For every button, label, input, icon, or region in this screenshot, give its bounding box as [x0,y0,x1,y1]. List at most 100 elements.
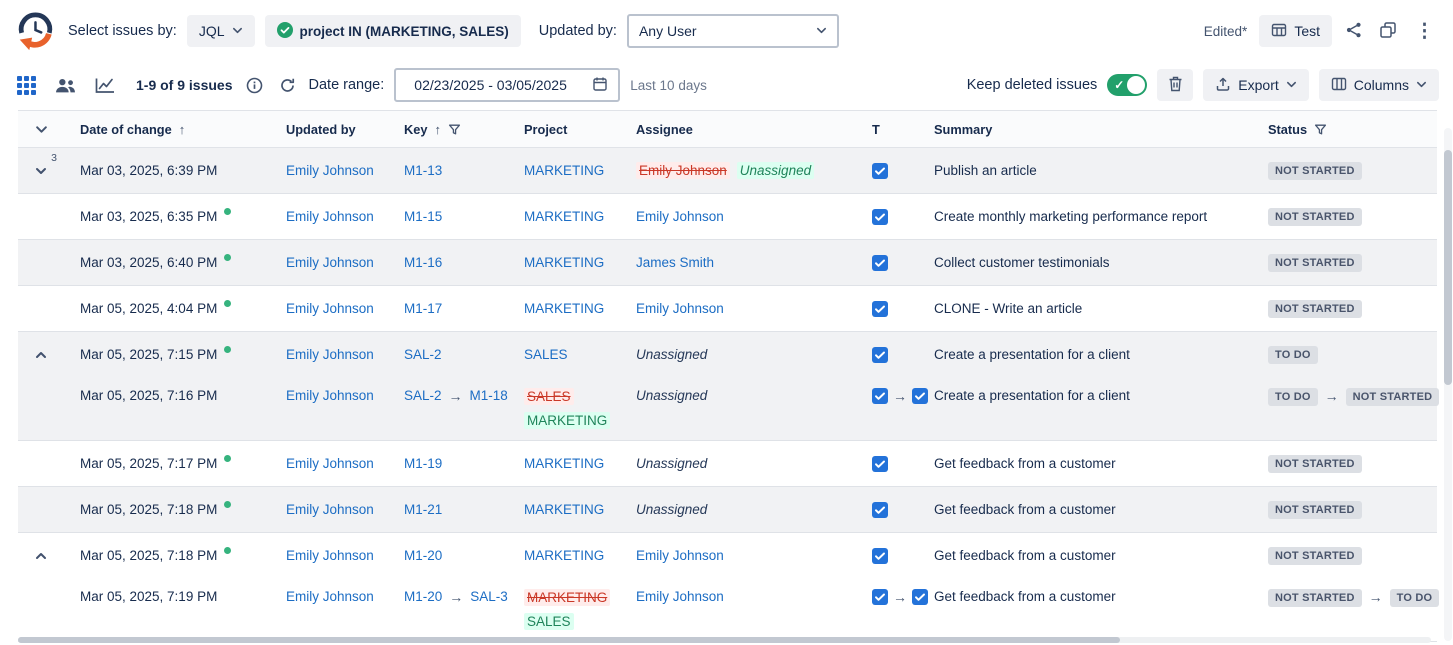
updated-by-link[interactable]: Emily Johnson [286,301,374,316]
vertical-scrollbar-thumb[interactable] [1444,150,1452,385]
project-link[interactable]: MARKETING [524,255,604,270]
columns-button[interactable]: Columns [1319,69,1439,101]
refresh-icon[interactable] [276,74,299,97]
share-button[interactable] [1342,18,1366,45]
assignee-link[interactable]: Emily Johnson [636,548,724,563]
new-change-dot [224,547,231,554]
key-new-link[interactable]: SAL-3 [470,589,508,604]
table-row-group: Mar 05, 2025, 7:18 PMEmily JohnsonM1-21M… [18,487,1437,533]
updated-by-link[interactable]: Emily Johnson [286,255,374,270]
key-link[interactable]: M1-16 [404,255,442,270]
column-header-type[interactable]: T [856,122,918,137]
updated-by-link[interactable]: Emily Johnson [286,388,374,403]
project-link[interactable]: MARKETING [524,209,604,224]
toggle-knob [1127,76,1145,94]
column-label-status: Status [1268,122,1307,137]
jql-dropdown[interactable]: JQL [187,15,255,47]
key-link[interactable]: M1-17 [404,301,442,316]
filter-icon[interactable] [448,123,461,136]
key-link[interactable]: M1-21 [404,502,442,517]
vertical-scrollbar[interactable] [1444,128,1452,641]
task-type-icon [872,502,888,518]
cell-updated-by: Emily Johnson [270,301,388,316]
expander-up-icon[interactable] [32,346,50,364]
project-link[interactable]: SALES [524,347,568,362]
cell-status: NOT STARTED→TO DO [1252,589,1439,607]
export-button-label: Export [1238,77,1278,93]
column-header-date[interactable]: Date of change ↑ [64,122,270,137]
column-header-project[interactable]: Project [508,122,620,137]
trash-button[interactable] [1157,69,1193,101]
test-button[interactable]: Test [1259,15,1332,47]
key-new-link[interactable]: M1-18 [470,388,508,403]
key-link[interactable]: M1-13 [404,163,442,178]
duplicate-button[interactable] [1376,18,1400,45]
updated-by-link[interactable]: Emily Johnson [286,589,374,604]
column-header-summary[interactable]: Summary [918,122,1252,137]
key-old-link[interactable]: SAL-2 [404,388,442,403]
cell-expander: 3 [18,162,64,180]
updated-by-link[interactable]: Emily Johnson [286,347,374,362]
sort-asc-icon[interactable]: ↑ [434,122,441,137]
assignee-link[interactable]: James Smith [636,255,714,270]
jql-query-chip[interactable]: project IN (MARKETING, SALES) [265,15,521,47]
jql-query-text: project IN (MARKETING, SALES) [300,24,509,39]
key-old-link[interactable]: M1-20 [404,589,442,604]
select-all-expander[interactable] [18,123,64,136]
change-arrow-icon: → [449,589,463,605]
cell-updated-by: Emily Johnson [270,388,388,403]
key-link[interactable]: SAL-2 [404,347,442,362]
column-header-updated-by[interactable]: Updated by [270,122,388,137]
more-menu-button[interactable]: ⋮ [1410,22,1439,41]
updated-by-link[interactable]: Emily Johnson [286,209,374,224]
calendar-icon[interactable] [592,76,608,95]
updated-by-link[interactable]: Emily Johnson [286,502,374,517]
users-view-icon[interactable] [52,74,79,97]
keep-deleted-toggle[interactable]: ✓ [1107,74,1147,96]
change-date: Mar 03, 2025, 6:35 PM [80,209,217,224]
assignee-link[interactable]: Emily Johnson [636,589,724,604]
topbar: Select issues by: JQL project IN (MARKET… [0,0,1453,62]
project-link[interactable]: MARKETING [524,502,604,517]
project-link[interactable]: MARKETING [524,301,604,316]
expander-up-icon[interactable] [32,547,50,565]
project-link[interactable]: MARKETING [524,163,604,178]
cell-project: MARKETING [508,548,620,563]
key-link[interactable]: M1-19 [404,456,442,471]
table-row: Mar 05, 2025, 4:04 PMEmily JohnsonM1-17M… [18,286,1437,331]
info-icon[interactable] [243,74,266,97]
chart-view-icon[interactable] [92,74,118,97]
columns-button-label: Columns [1354,77,1409,93]
project-link[interactable]: MARKETING [524,548,604,563]
key-link[interactable]: M1-15 [404,209,442,224]
key-link[interactable]: M1-20 [404,548,442,563]
updated-by-link[interactable]: Emily Johnson [286,548,374,563]
column-header-status[interactable]: Status [1252,122,1437,137]
assignee-link[interactable]: Emily Johnson [636,209,724,224]
table-header: Date of change ↑ Updated by Key ↑ Projec… [18,110,1437,148]
cell-type [856,209,918,225]
updated-by-link[interactable]: Emily Johnson [286,456,374,471]
cell-updated-by: Emily Johnson [270,347,388,362]
expander-down-icon[interactable]: 3 [32,162,50,180]
horizontal-scrollbar-thumb[interactable] [18,637,1120,643]
assignee-link[interactable]: Emily Johnson [636,301,724,316]
assignee-unassigned: Unassigned [636,456,707,471]
date-range-input[interactable]: 02/23/2025 - 03/05/2025 [394,68,620,102]
column-label-type: T [872,122,880,137]
horizontal-scrollbar[interactable] [18,637,1431,643]
project-link[interactable]: MARKETING [524,456,604,471]
column-header-key[interactable]: Key ↑ [388,122,508,137]
table-row: Mar 03, 2025, 6:40 PMEmily JohnsonM1-16M… [18,240,1437,285]
column-header-assignee[interactable]: Assignee [620,122,856,137]
cell-project: MARKETING [508,502,620,517]
updated-by-select[interactable]: Any User [627,14,839,48]
updated-by-link[interactable]: Emily Johnson [286,163,374,178]
chevron-down-icon [1416,77,1427,93]
export-button[interactable]: Export [1203,69,1308,101]
grid-view-icon[interactable] [14,73,39,98]
filter-icon[interactable] [1314,123,1327,136]
task-type-icon [872,347,888,363]
sort-asc-icon[interactable]: ↑ [179,122,186,137]
status-badge: NOT STARTED [1268,208,1362,226]
